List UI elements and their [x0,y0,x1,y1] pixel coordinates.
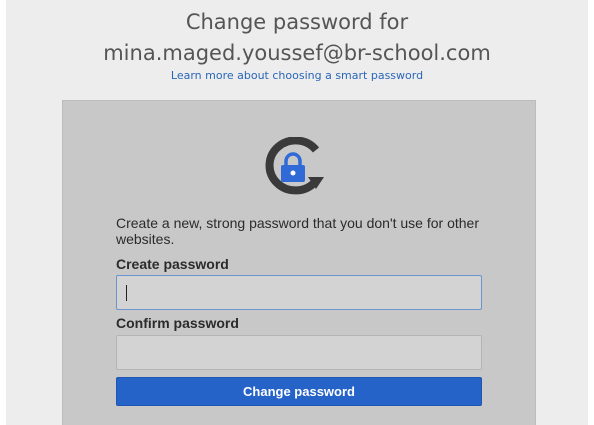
page-title-line1: Change password for [185,10,409,34]
text-caret [126,285,127,301]
create-password-label: Create password [116,256,229,272]
learn-more-link[interactable]: Learn more about choosing a smart passwo… [6,68,588,84]
confirm-password-label: Confirm password [116,315,239,331]
lock-refresh-icon [265,137,324,195]
lock-keyhole [290,170,296,176]
change-password-button[interactable]: Change password [116,377,482,406]
create-password-input[interactable] [116,275,482,310]
password-instructions: Create a new, strong password that you d… [116,215,479,247]
page-title-account-email: mina.maged.youssef@br-school.com [103,41,491,65]
confirm-password-input[interactable] [116,335,482,370]
lock-shackle [284,152,302,166]
